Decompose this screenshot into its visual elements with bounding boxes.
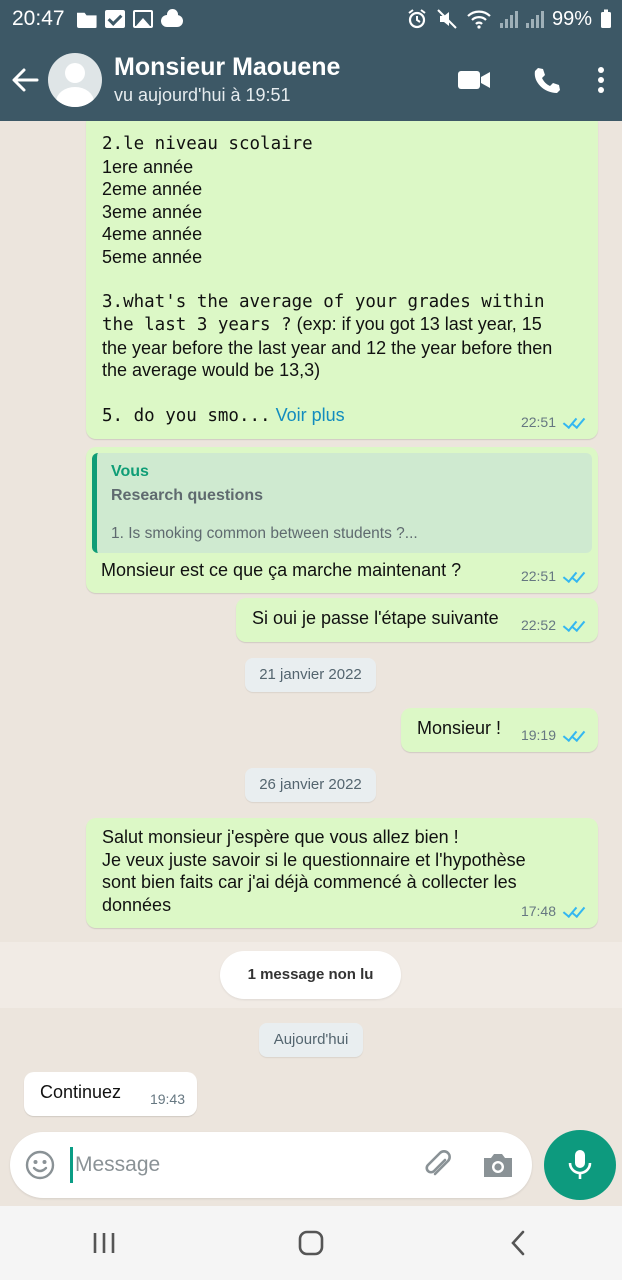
alarm-icon — [408, 9, 426, 29]
message-time: 22:52 — [520, 616, 556, 633]
read-ticks-icon — [562, 904, 586, 918]
system-back-button[interactable] — [488, 1213, 548, 1273]
message-time: 17:48 — [520, 902, 556, 919]
recent-apps-button[interactable] — [74, 1213, 134, 1273]
camera-button[interactable] — [472, 1139, 524, 1191]
message-bubble-incoming[interactable]: Continuez 19:43 — [24, 1072, 197, 1116]
message-meta: 19:43 — [150, 1088, 185, 1111]
message-bubble[interactable]: Vous Research questions 1. Is smoking co… — [86, 447, 598, 593]
more-vert-icon — [598, 66, 604, 93]
read-ticks-icon — [562, 415, 586, 429]
check-icon — [104, 10, 125, 28]
home-button[interactable] — [281, 1213, 341, 1273]
message-line: données — [102, 894, 172, 915]
message-line: the last 3 years ? (exp: if you got 13 l… — [102, 314, 542, 335]
camera-icon — [484, 1154, 512, 1177]
message-line: the average would be 13,3) — [102, 360, 321, 380]
read-ticks-icon — [562, 618, 586, 632]
last-seen: vu aujourd'hui à 19:51 — [114, 84, 291, 105]
contact-name: Monsieur Maouene — [114, 52, 341, 81]
message-input[interactable]: Message — [70, 1147, 412, 1183]
composer: Message — [0, 1130, 622, 1206]
status-time: 20:47 — [12, 7, 65, 30]
message-input-box[interactable]: Message — [10, 1132, 532, 1198]
more-options-button[interactable] — [586, 50, 616, 110]
message-bubble[interactable]: 2.le niveau scolaire 1ere année 2eme ann… — [86, 121, 598, 439]
message-text: Monsieur est ce que ça marche maintenant… — [101, 560, 462, 580]
video-call-button[interactable] — [442, 50, 506, 110]
folder-icon — [76, 12, 97, 28]
message-bubble[interactable]: Si oui je passe l'étape suivante 22:52 — [236, 598, 598, 642]
message-time: 19:43 — [149, 1090, 185, 1107]
avatar[interactable] — [48, 52, 102, 107]
message-meta: 17:48 — [521, 900, 586, 923]
message-line: 1ere année — [102, 156, 194, 177]
date-separator: 21 janvier 2022 — [245, 658, 376, 692]
message-line: sont bien faits car j'ai déjà commencé à… — [102, 872, 517, 892]
message-line: 3eme année — [102, 201, 203, 222]
see-more-link[interactable]: Voir plus — [276, 405, 345, 425]
phone-icon — [534, 67, 560, 93]
unread-messages-indicator: 1 message non lu — [220, 951, 401, 999]
wifi-icon — [467, 10, 491, 29]
message-time: 22:51 — [520, 413, 556, 430]
emoji-icon — [25, 1150, 55, 1180]
message-time: 19:19 — [520, 726, 556, 743]
message-time: 22:51 — [520, 567, 556, 584]
battery-level: 99% — [551, 7, 592, 30]
status-bar: 20:47 99% — [0, 0, 622, 38]
message-line: 5. do you smo... Voir plus — [102, 405, 345, 426]
read-ticks-icon — [562, 728, 586, 742]
message-meta: 19:19 — [521, 724, 586, 747]
mute-icon — [437, 9, 457, 29]
attach-icon — [425, 1150, 451, 1176]
home-icon — [298, 1230, 324, 1256]
back-button[interactable] — [2, 50, 48, 110]
message-bubble[interactable]: Salut monsieur j'espère que vous allez b… — [86, 818, 598, 928]
image-icon — [132, 10, 153, 28]
voice-call-button[interactable] — [514, 50, 578, 110]
message-line: 4eme année — [102, 224, 203, 244]
date-separator: Aujourd'hui — [259, 1023, 363, 1057]
video-call-icon — [458, 70, 490, 89]
chat-area[interactable]: 2.le niveau scolaire 1ere année 2eme ann… — [0, 121, 622, 1130]
contact-info[interactable]: Monsieur Maouene vu aujourd'hui à 19:51 — [114, 52, 442, 108]
voice-message-button[interactable] — [544, 1130, 616, 1200]
attach-button[interactable] — [412, 1139, 464, 1191]
quote-title: Research questions — [111, 487, 264, 504]
battery-icon — [601, 9, 611, 28]
quote-author: Vous — [111, 463, 149, 480]
message-line: Je veux juste savoir si le questionnaire… — [102, 849, 526, 870]
message-line: Salut monsieur j'espère que vous allez b… — [102, 827, 459, 847]
mic-icon — [568, 1150, 592, 1179]
back-arrow-icon — [12, 68, 39, 91]
cloud-icon — [160, 9, 183, 27]
message-bubble[interactable]: Monsieur ! 19:19 — [401, 708, 598, 752]
system-nav-bar — [0, 1206, 622, 1280]
message-meta: 22:51 — [521, 411, 586, 434]
chat-header: Monsieur Maouene vu aujourd'hui à 19:51 — [0, 38, 622, 121]
quote-snippet: 1. Is smoking common between students ?.… — [111, 525, 418, 542]
signal-icon — [499, 10, 518, 28]
read-ticks-icon — [562, 569, 586, 583]
message-line: 3.what's the average of your grades with… — [102, 291, 545, 312]
date-separator: 26 janvier 2022 — [245, 768, 376, 802]
quoted-message[interactable]: Vous Research questions 1. Is smoking co… — [92, 453, 592, 553]
signal-icon — [525, 10, 544, 28]
back-icon — [511, 1230, 525, 1256]
message-line: the year before the last year and 12 the… — [102, 337, 553, 358]
message-line: 5eme année — [102, 246, 203, 267]
emoji-button[interactable] — [10, 1135, 70, 1195]
recent-apps-icon — [93, 1233, 114, 1253]
message-line: 2.le niveau scolaire — [102, 134, 313, 154]
message-line: 2eme année — [102, 179, 203, 199]
message-meta: 22:51 — [521, 565, 586, 588]
message-meta: 22:52 — [521, 614, 586, 637]
